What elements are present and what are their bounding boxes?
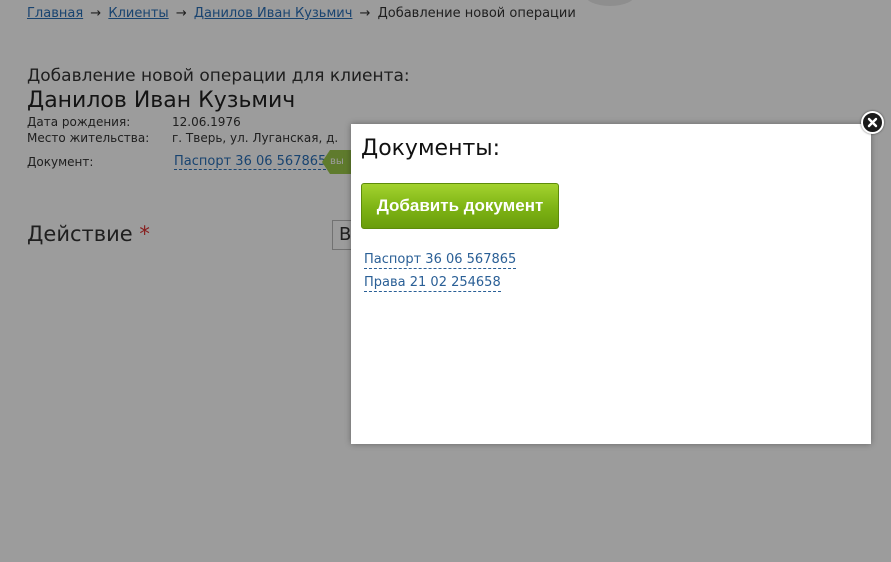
add-document-button[interactable]: Добавить документ bbox=[361, 183, 559, 229]
document-list-item[interactable]: Паспорт 36 06 567865 bbox=[364, 252, 517, 269]
documents-modal: Документы: Добавить документ Паспорт 36 … bbox=[351, 124, 871, 444]
document-list-item[interactable]: Права 21 02 254658 bbox=[364, 275, 501, 292]
close-icon bbox=[867, 117, 878, 128]
modal-close-button[interactable] bbox=[861, 111, 884, 134]
modal-title: Документы: bbox=[361, 136, 501, 161]
